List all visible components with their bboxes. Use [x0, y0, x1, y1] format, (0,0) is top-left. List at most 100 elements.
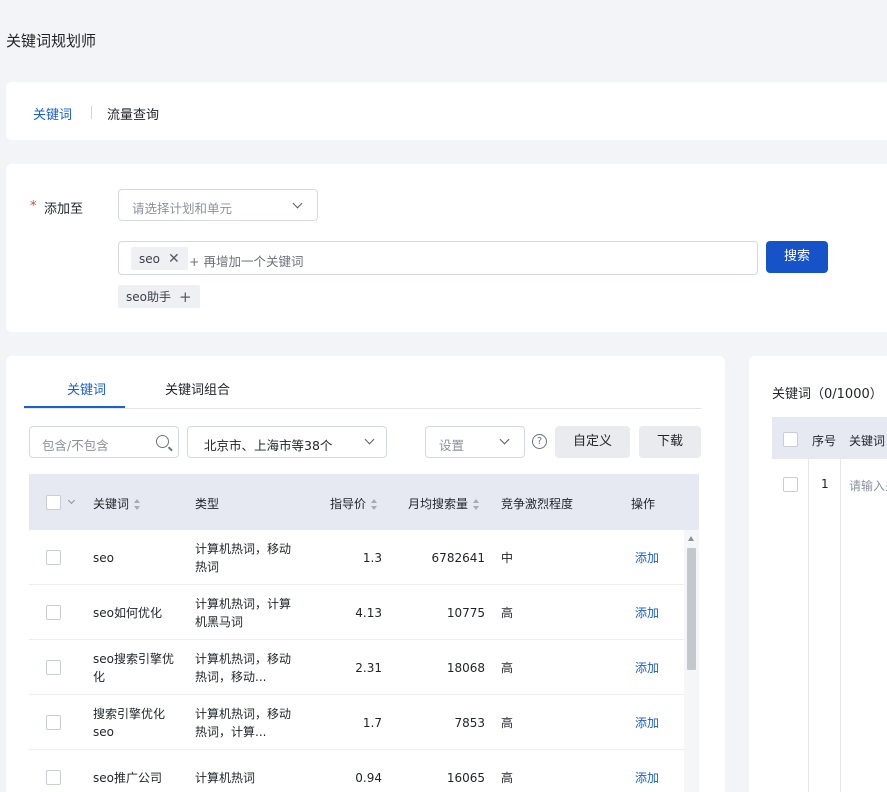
row-keyword: seo推广公司	[93, 771, 162, 785]
col-keyword: 关键词	[849, 434, 886, 448]
seo-helper-tag[interactable]: seo助手 +	[118, 285, 200, 308]
row-checkbox[interactable]	[46, 770, 61, 785]
row-volume: 6782641	[431, 551, 485, 565]
row-type: 计算机热词，移动热词，计算...	[195, 707, 292, 739]
col-competition: 竞争激烈程度	[501, 497, 574, 511]
nav-tab-traffic-query[interactable]: 流量查询	[107, 104, 159, 123]
table-row: 搜索引擎优化seo 计算机热词，移动热词，计算... 1.7 7853 高 添加	[29, 695, 684, 750]
select-all-checkbox[interactable]	[46, 495, 61, 510]
include-exclude-input[interactable]: 包含/不包含	[29, 426, 179, 458]
plus-icon[interactable]: +	[179, 288, 192, 306]
row-keyword: seo搜索引擎优化	[93, 652, 174, 684]
download-button[interactable]: 下载	[639, 426, 701, 458]
settings-select[interactable]: 设置	[425, 426, 525, 458]
column-divider	[808, 459, 809, 792]
row-type: 计算机热词，计算机黑马词	[195, 597, 292, 629]
row-competition: 高	[501, 661, 514, 675]
keyword-input[interactable]: seo ✕ + 再增加一个关键词	[118, 241, 758, 275]
table-header: 关键词 类型 指导价 月均搜索量 竞争激烈程度 操作	[29, 474, 699, 530]
row-checkbox[interactable]	[46, 605, 61, 620]
search-button[interactable]: 搜索	[766, 241, 828, 273]
row-competition: 高	[501, 716, 514, 730]
keyword-table-body: seo 计算机热词，移动热词 1.3 6782641 中 添加 seo如何优化 …	[29, 530, 684, 792]
row-checkbox[interactable]	[46, 550, 61, 565]
settings-placeholder: 设置	[439, 438, 465, 453]
table-row: seo 计算机热词，移动热词 1.3 6782641 中 添加	[29, 530, 684, 585]
plan-unit-select[interactable]: 请选择计划和单元	[118, 189, 318, 221]
row-price: 4.13	[355, 606, 382, 620]
row-competition: 高	[501, 606, 514, 620]
row-volume: 7853	[454, 716, 485, 730]
row-competition: 中	[501, 551, 514, 565]
row-checkbox[interactable]	[783, 477, 798, 492]
close-icon[interactable]: ✕	[168, 251, 180, 267]
tab-keyword-combination[interactable]: 关键词组合	[165, 379, 230, 398]
col-index: 序号	[812, 434, 837, 448]
row-type: 计算机热词，移动热词	[195, 542, 292, 574]
row-add-link[interactable]: 添加	[635, 549, 659, 567]
selected-keywords-title: 关键词（0/1000）	[772, 387, 883, 402]
seo-helper-label: seo助手	[126, 290, 171, 304]
row-add-link[interactable]: 添加	[635, 769, 659, 787]
sort-icon[interactable]	[371, 499, 378, 510]
row-price: 0.94	[355, 771, 382, 785]
required-mark: *	[30, 199, 37, 214]
row-competition: 高	[501, 771, 514, 785]
row-type: 计算机热词	[195, 771, 256, 785]
row-price: 1.7	[362, 716, 382, 730]
plan-unit-placeholder: 请选择计划和单元	[132, 201, 233, 216]
nav-tab-keyword[interactable]: 关键词	[33, 104, 72, 123]
col-action: 操作	[631, 497, 656, 511]
help-icon[interactable]: ?	[532, 434, 547, 449]
active-tab-indicator	[24, 406, 125, 408]
keyword-list-card: 关键词 关键词组合 包含/不包含 北京市、上海市等38个 设置 ? 自定义 下载…	[6, 356, 725, 792]
region-select[interactable]: 北京市、上海市等38个	[187, 426, 387, 458]
sort-icon[interactable]	[134, 499, 141, 510]
keyword-tag-label: seo	[139, 251, 160, 266]
col-price[interactable]: 指导价	[330, 495, 378, 512]
table-scrollbar[interactable]	[684, 530, 699, 792]
row-type: 计算机热词，移动热词，移动...	[195, 652, 292, 684]
customize-button[interactable]: 自定义	[555, 426, 630, 458]
select-all-checkbox[interactable]	[783, 432, 798, 447]
tab-divider	[24, 408, 702, 409]
page-title: 关键词规划师	[6, 32, 97, 50]
row-price: 1.3	[362, 551, 382, 565]
row-price: 2.31	[355, 661, 382, 675]
scroll-up-arrow-icon[interactable]	[688, 536, 694, 541]
row-add-link[interactable]: 添加	[635, 659, 659, 677]
keyword-tag: seo ✕	[131, 247, 188, 270]
table-row: seo如何优化 计算机热词，计算机黑马词 4.13 10775 高 添加	[29, 585, 684, 640]
region-value: 北京市、上海市等38个	[204, 438, 333, 453]
chevron-down-icon	[292, 198, 303, 209]
row-volume: 16065	[446, 771, 485, 785]
col-type: 类型	[195, 497, 220, 511]
col-keyword[interactable]: 关键词	[93, 495, 141, 512]
selected-table-header: 序号 关键词	[772, 417, 887, 459]
nav-card: 关键词 流量查询	[6, 82, 887, 140]
scrollbar-thumb[interactable]	[687, 548, 696, 670]
tab-keyword[interactable]: 关键词	[67, 379, 106, 398]
add-keyword-placeholder[interactable]: + 再增加一个关键词	[189, 251, 303, 270]
sort-icon[interactable]	[473, 499, 480, 510]
include-exclude-placeholder: 包含/不包含	[42, 438, 109, 453]
nav-divider	[91, 106, 92, 119]
col-monthly-volume[interactable]: 月均搜索量	[408, 495, 480, 512]
row-checkbox[interactable]	[46, 715, 61, 730]
search-icon[interactable]	[156, 435, 169, 448]
row-keyword: seo	[93, 551, 114, 565]
chevron-down-icon	[499, 434, 510, 445]
row-keyword: 搜索引擎优化seo	[93, 707, 166, 739]
selected-keywords-card: 关键词（0/1000） 序号 关键词 1 请输入关键词	[749, 356, 887, 792]
keyword-form-card: * 添加至 请选择计划和单元 seo ✕ + 再增加一个关键词 搜索 seo助手…	[6, 164, 887, 332]
table-row: seo搜索引擎优化 计算机热词，移动热词，移动... 2.31 18068 高 …	[29, 640, 684, 695]
row-checkbox[interactable]	[46, 660, 61, 675]
keyword-entry-placeholder[interactable]: 请输入关键词	[849, 477, 887, 494]
table-row: seo推广公司 计算机热词 0.94 16065 高 添加	[29, 750, 684, 792]
row-add-link[interactable]: 添加	[635, 604, 659, 622]
row-add-link[interactable]: 添加	[635, 714, 659, 732]
chevron-down-icon[interactable]	[67, 496, 76, 505]
row-keyword: seo如何优化	[93, 606, 162, 620]
chevron-down-icon	[364, 434, 375, 445]
add-to-label: 添加至	[44, 202, 84, 217]
